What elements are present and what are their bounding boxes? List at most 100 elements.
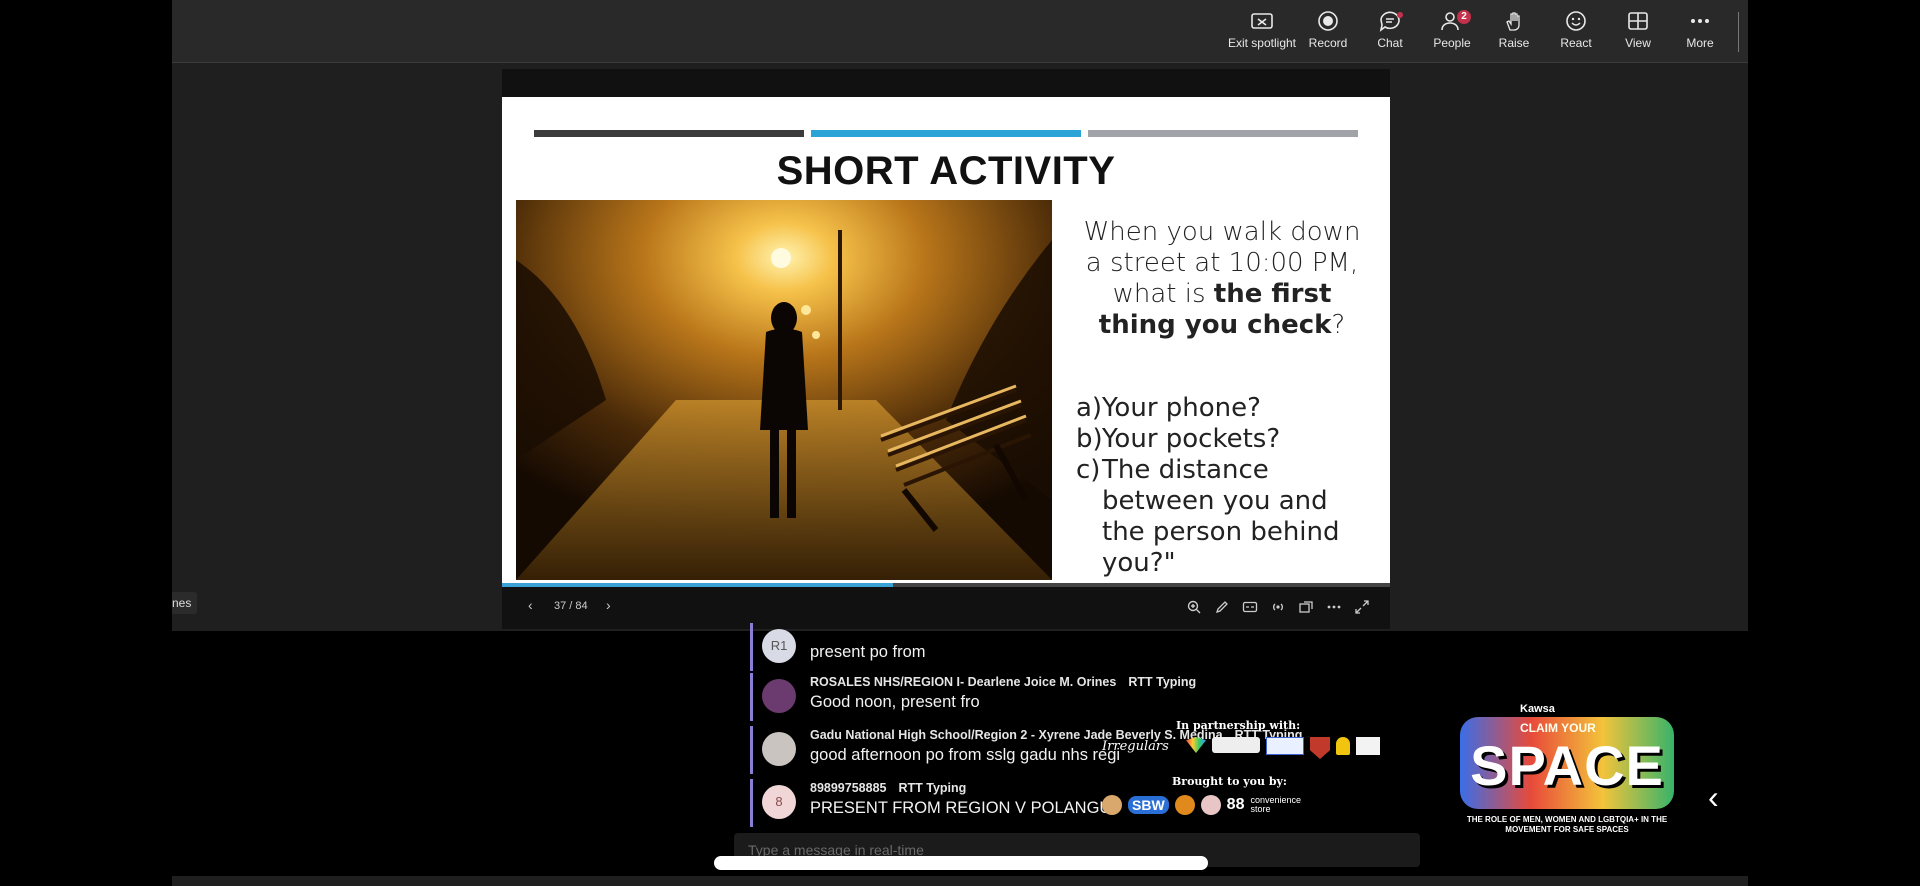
slide-question: When you walk down a street at 10:00 PM,… [1072,217,1372,341]
raise-hand-icon [1506,12,1520,31]
sponsor-logo [1174,795,1195,815]
option-text: The distance between you and the person … [1102,455,1340,578]
answer-option: b) Your pockets? [1076,424,1376,455]
chat-label: Chat [1377,36,1403,50]
avatar [762,732,796,766]
more-button[interactable]: More [1669,8,1731,56]
fullscreen-icon[interactable] [1354,599,1370,615]
sponsor-sbw-logo: SBW [1128,796,1169,814]
avatar: 8 [762,785,796,819]
people-button[interactable]: 2 People [1421,8,1483,56]
option-key: b) [1076,424,1103,454]
answer-option: a) Your phone? [1076,393,1376,424]
more-ellipsis-icon [1691,19,1709,23]
sponsor-logo [1200,795,1221,815]
previous-slide-icon[interactable]: ‹ [528,597,533,613]
typing-status: RTT Typing [898,781,967,795]
option-key: c) [1076,455,1101,485]
view-button[interactable]: View [1607,8,1669,56]
slide-progress-fill [502,583,893,587]
home-indicator [714,856,1208,870]
night-street-photo [516,200,1052,580]
raise-hand-button[interactable]: Raise [1483,8,1545,56]
message-meta: ROSALES NHS/REGION I- Dearlene Joice M. … [810,675,1196,689]
sponsor-logo [1102,795,1122,815]
react-button[interactable]: React [1545,8,1607,56]
exit-spotlight-button[interactable]: Exit spotlight [1222,8,1302,56]
sender-name: ROSALES NHS/REGION I- Dearlene Joice M. … [810,675,1117,689]
message-rail [750,673,753,721]
sponsor-88-logo: 88 [1226,796,1245,813]
shield-logo-icon [1310,737,1330,759]
popout-icon[interactable] [1298,599,1314,615]
sender-name: 89899758885 [810,781,887,795]
slide-accent-bar-dark [534,130,804,137]
message-text: present po from [810,643,926,661]
typing-status: RTT Typing [1128,675,1197,689]
people-count-badge: 2 [1457,10,1471,24]
avatar: R1 [762,629,796,663]
live-chat-overlay: R1 present po from ROSALES NHS/REGION I-… [172,623,1748,876]
presentation-tools [1186,599,1370,615]
brought-to-you-label: Brought to you by: [1172,775,1287,788]
answer-option: c) The distance between you and the perso… [1076,455,1376,579]
partner-logo [1356,737,1380,755]
heart-logo-icon [1186,737,1206,753]
sponsor-store-label: convenience store [1250,795,1302,814]
record-button[interactable]: Record [1297,8,1359,56]
meeting-toolbar: Exit spotlight Record Chat 2 People Rais… [172,0,1748,63]
more-label: More [1686,36,1714,50]
partner-logos [1186,737,1380,759]
toolbar-divider [1738,12,1739,52]
view-label: View [1625,36,1651,50]
space-tagline: THE ROLE OF MEN, WOMEN AND LGBTQIA+ IN T… [1466,815,1668,834]
zoom-icon[interactable] [1186,599,1202,615]
option-text: Your pockets? [1102,424,1281,454]
content-stage: SHORT ACTIVITY When you walk down a stre… [172,63,1748,631]
exit-spotlight-icon [1251,13,1273,29]
partner-logo [1266,737,1304,755]
kawsa-label: Kawsa [1520,703,1555,715]
avatar [762,679,796,713]
react-smiley-icon [1566,11,1586,31]
message-text: Good noon, present fro [810,693,980,711]
participant-name-tag: nes [172,592,198,614]
chat-button[interactable]: Chat [1359,8,1421,56]
claim-your-space-logo: Kawsa CLAIM YOUR SPACE THE ROLE OF MEN, … [1460,703,1674,843]
space-wordmark: SPACE [1470,734,1664,797]
people-label: People [1433,36,1471,50]
chevron-left-icon[interactable]: ‹ [1708,779,1719,816]
bulb-logo-icon [1336,737,1350,755]
broadcast-icon[interactable] [1270,599,1286,615]
slide: SHORT ACTIVITY When you walk down a stre… [502,97,1390,583]
partner-irregulars-logo: Irregulars [1102,739,1169,754]
raise-label: Raise [1498,36,1530,50]
question-text-end: ? [1331,310,1346,340]
pen-icon[interactable] [1214,599,1230,615]
slide-accent-bar-blue [811,130,1081,137]
slide-progress-bar [502,583,1390,587]
option-text: Your phone? [1102,393,1261,423]
shared-presentation: SHORT ACTIVITY When you walk down a stre… [502,69,1390,629]
captions-icon[interactable] [1242,599,1258,615]
page-indicator: 37 / 84 [554,600,588,612]
message-text: good afternoon po from sslg gadu nhs reg… [810,746,1121,764]
record-icon [1318,11,1338,31]
message-rail [750,779,753,827]
meeting-window: Exit spotlight Record Chat 2 People Rais… [172,0,1748,886]
answer-options: a) Your phone? b) Your pockets? c) The dist… [1076,393,1376,579]
more-options-icon[interactable] [1326,599,1342,615]
message-meta: 89899758885 RTT Typing [810,781,966,795]
react-label: React [1560,36,1592,50]
slide-title: SHORT ACTIVITY [776,149,1116,193]
message-text: PRESENT FROM REGION V POLANGUI [810,799,1116,817]
presentation-controls: ‹ 37 / 84 › [502,589,1390,625]
view-grid-icon [1628,12,1648,30]
slide-accent-bar-gray [1088,130,1358,137]
message-rail [750,623,753,671]
partnership-label: In partnership with: [1176,719,1301,732]
sponsor-logos: SBW 88 convenience store [1102,795,1310,815]
next-slide-icon[interactable]: › [606,597,611,613]
exit-spotlight-label: Exit spotlight [1227,36,1297,50]
option-key: a) [1076,393,1103,423]
